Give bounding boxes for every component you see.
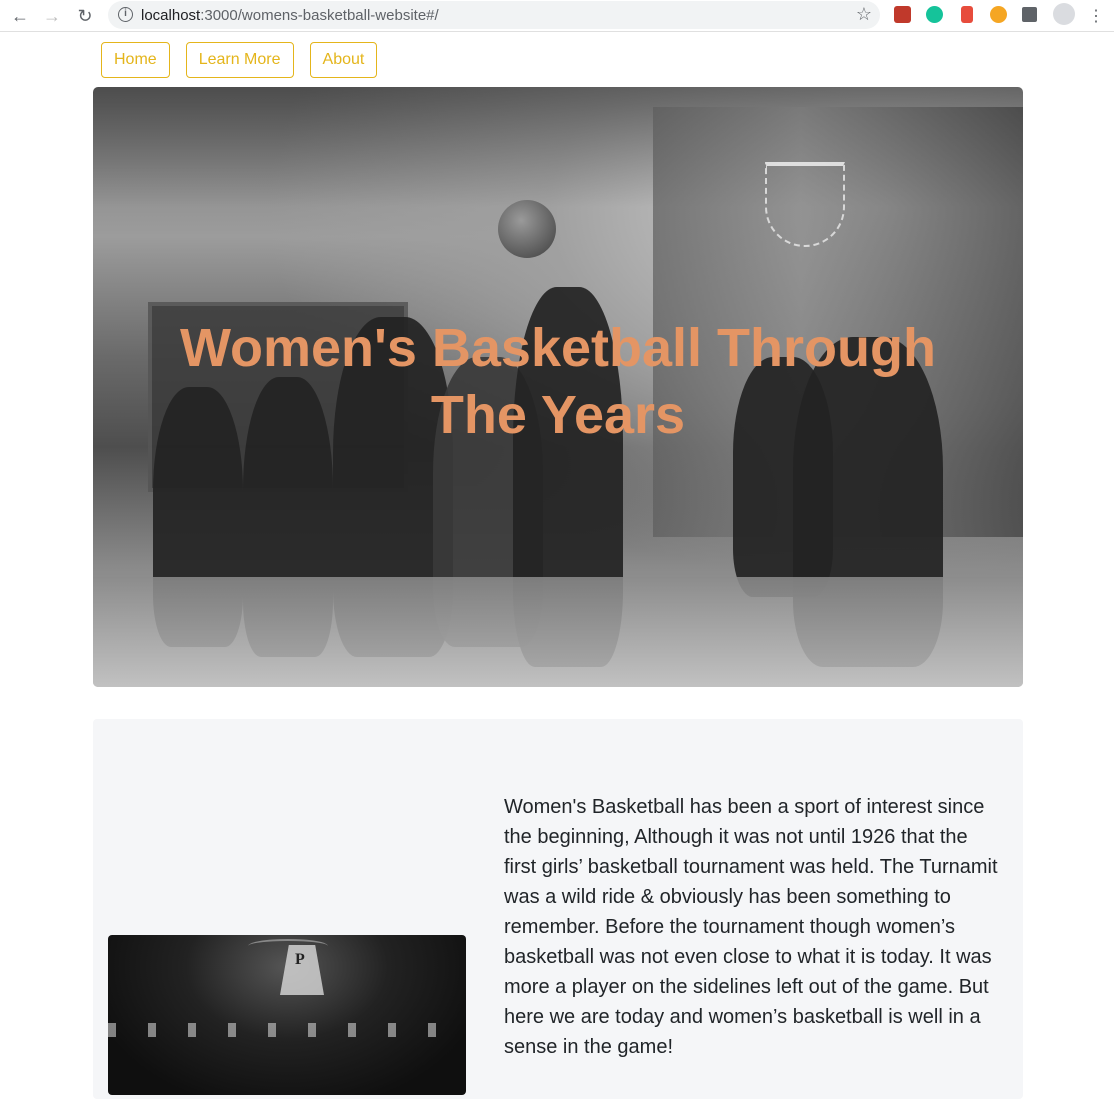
hero-title: Women's Basketball Through The Years (180, 318, 936, 445)
intro-section: P Women's Basketball has been a sport of… (93, 719, 1023, 1099)
intro-paragraph: Women's Basketball has been a sport of i… (504, 796, 998, 1058)
learn-more-button[interactable]: Learn More (185, 42, 294, 78)
address-bar[interactable]: i localhost:3000/womens-basketball-websi… (108, 1, 880, 29)
url-text[interactable]: localhost:3000/womens-basketball-website… (141, 7, 439, 24)
reload-icon[interactable]: ↻ (73, 4, 97, 28)
arena-image: P (108, 935, 466, 1095)
menu-dots-icon[interactable]: ⋮ (1084, 4, 1108, 28)
hero-basketball (498, 200, 556, 258)
browser-toolbar: ← → ↻ i localhost:3000/womens-basketball… (0, 0, 1114, 32)
hero-image: Women's Basketball Through The Years (93, 87, 1023, 687)
page-nav: Home Learn More About (101, 42, 378, 78)
info-icon[interactable]: i (118, 7, 133, 22)
url-host: localhost (141, 7, 201, 24)
extension-red-icon[interactable] (894, 6, 911, 23)
arena-lights (108, 1023, 466, 1037)
home-button[interactable]: Home (101, 42, 170, 78)
arena-scoreboard-letter: P (295, 951, 305, 968)
extension-lighthouse-icon[interactable] (961, 6, 973, 23)
bookmark-star-icon[interactable]: ☆ (856, 4, 872, 25)
url-path: :3000/womens-basketball-website#/ (200, 7, 439, 24)
back-icon[interactable]: ← (8, 4, 32, 28)
extension-gear-icon[interactable] (990, 6, 1007, 23)
hero-floor (93, 577, 1023, 687)
about-button[interactable]: About (309, 42, 378, 78)
forward-icon[interactable]: → (40, 4, 64, 28)
grammarly-icon[interactable] (926, 6, 943, 23)
profile-avatar-icon[interactable] (1053, 3, 1075, 25)
hero-basketball-hoop (765, 162, 845, 247)
extensions-puzzle-icon[interactable] (1022, 7, 1037, 22)
